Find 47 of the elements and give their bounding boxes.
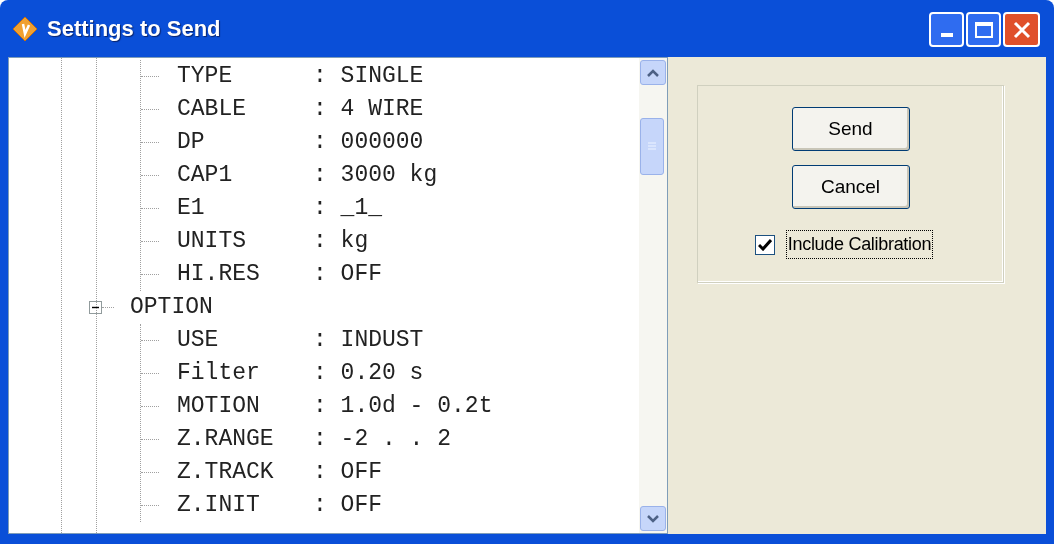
checkbox-label[interactable]: Include Calibration <box>786 231 933 258</box>
setting-name[interactable]: TYPE <box>177 59 313 94</box>
setting-value: : kg <box>313 227 369 257</box>
setting-name[interactable]: HI.RES <box>177 257 313 292</box>
window-title: Settings to Send <box>47 15 221 43</box>
minus-icon <box>92 304 99 311</box>
caret-up-icon <box>647 68 659 77</box>
setting-name[interactable]: E1 <box>177 191 313 226</box>
scroll-up-button[interactable] <box>640 60 666 85</box>
maximize-icon <box>974 21 993 38</box>
setting-name[interactable]: USE <box>177 323 313 358</box>
setting-name[interactable]: CAP1 <box>177 158 313 193</box>
setting-name[interactable]: Z.RANGE <box>177 422 313 457</box>
collapse-toggle[interactable] <box>89 301 102 314</box>
setting-value: : 3000 kg <box>313 161 438 191</box>
setting-value: : 4 WIRE <box>313 95 424 125</box>
setting-name[interactable]: Filter <box>177 356 313 391</box>
setting-value: : _1_ <box>313 194 382 224</box>
dialog-button[interactable]: Send <box>791 107 910 151</box>
dialog-button[interactable]: Cancel <box>791 165 910 209</box>
setting-value: : 000000 <box>313 128 424 158</box>
setting-value: : OFF <box>313 491 382 521</box>
setting-value: : SINGLE <box>313 62 424 92</box>
minimize-icon <box>940 33 953 37</box>
setting-name[interactable]: CABLE <box>177 92 313 127</box>
setting-value: : 0.20 s <box>313 359 424 389</box>
maximize-button[interactable] <box>966 12 1001 47</box>
close-icon <box>1012 20 1031 39</box>
setting-value: : OFF <box>313 260 382 290</box>
setting-value: : OFF <box>313 458 382 488</box>
app-logo-icon <box>12 15 38 42</box>
minimize-button[interactable] <box>929 12 964 47</box>
setting-name[interactable]: Z.INIT <box>177 488 313 523</box>
setting-value: : 1.0d - 0.2t <box>313 392 493 422</box>
setting-value: : -2 . . 2 <box>313 425 452 455</box>
scrollbar[interactable] <box>639 58 667 533</box>
setting-name[interactable]: Z.TRACK <box>177 455 313 490</box>
setting-value: : INDUST <box>313 326 424 356</box>
caret-down-icon <box>647 514 659 523</box>
tree-node-label[interactable]: OPTION <box>130 290 213 325</box>
scroll-down-button[interactable] <box>640 506 666 531</box>
setting-name[interactable]: UNITS <box>177 224 313 259</box>
setting-name[interactable]: MOTION <box>177 389 313 424</box>
checkbox[interactable] <box>754 234 775 255</box>
setting-name[interactable]: DP <box>177 125 313 160</box>
scroll-thumb[interactable] <box>640 118 664 175</box>
close-button[interactable] <box>1003 12 1040 47</box>
